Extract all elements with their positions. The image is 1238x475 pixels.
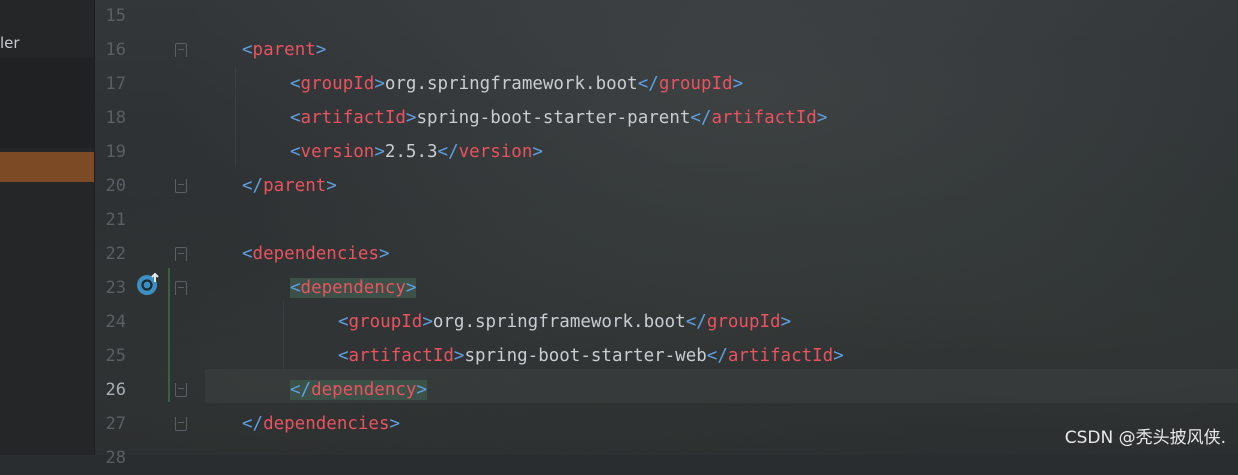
indent-guide [283, 300, 284, 370]
line-number[interactable]: 27 [98, 407, 126, 441]
line-number[interactable]: 15 [98, 0, 126, 33]
xml-bracket: </ [685, 312, 707, 332]
xml-tag-name: dependencies [252, 244, 379, 264]
xml-tag-name: dependencies [263, 414, 390, 434]
xml-tag-name: dependency [311, 380, 417, 400]
fold-open-icon[interactable] [175, 247, 187, 261]
line-number[interactable]: 17 [98, 67, 126, 101]
xml-bracket: > [405, 278, 417, 298]
indent-guide [235, 66, 236, 167]
xml-text: 2.5.3 [384, 142, 438, 162]
line-number[interactable]: 18 [98, 101, 126, 135]
xml-text: spring-boot-starter-parent [416, 108, 691, 128]
code-line[interactable]: <artifactId>spring-boot-starter-web</art… [338, 339, 844, 373]
xml-bracket: < [290, 278, 301, 298]
line-number[interactable]: 20 [98, 169, 126, 203]
xml-bracket: > [416, 380, 427, 400]
line-number[interactable]: 25 [98, 339, 126, 373]
xml-bracket: < [338, 312, 349, 332]
fold-close-icon[interactable] [175, 383, 187, 397]
fold-open-icon[interactable] [175, 43, 187, 57]
code-line[interactable]: <version>2.5.3</version> [290, 135, 543, 169]
project-tree-selected-item[interactable] [0, 152, 94, 182]
xml-bracket: < [290, 142, 301, 162]
xml-bracket: < [242, 244, 253, 264]
project-tree-item-label[interactable]: ler [0, 34, 20, 52]
code-line[interactable]: </parent> [242, 169, 337, 203]
xml-bracket: > [315, 40, 327, 60]
project-tool-window[interactable]: ler [0, 0, 95, 455]
xml-bracket: < [338, 346, 349, 366]
line-number[interactable]: 19 [98, 135, 126, 169]
fold-open-icon[interactable] [175, 281, 187, 295]
xml-bracket: </ [290, 380, 312, 400]
line-number[interactable]: 26 [98, 373, 126, 407]
xml-tag-name: artifactId [300, 108, 406, 128]
xml-bracket: > [378, 244, 390, 264]
xml-bracket: > [374, 74, 385, 94]
xml-bracket: </ [242, 414, 264, 434]
xml-bracket: > [732, 74, 744, 94]
vcs-change-marker[interactable] [168, 268, 170, 402]
xml-bracket: > [532, 142, 543, 162]
line-number[interactable]: 22 [98, 237, 126, 271]
watermark: CSDN @秃头披风侠. [1064, 428, 1226, 448]
xml-tag-name: groupId [658, 74, 733, 94]
maven-override-icon[interactable] [136, 271, 162, 297]
code-line[interactable]: <artifactId>spring-boot-starter-parent</… [290, 101, 827, 135]
xml-tag-name: groupId [300, 74, 375, 94]
xml-bracket: > [389, 414, 401, 434]
xml-bracket: > [422, 312, 433, 332]
xml-bracket: </ [706, 346, 728, 366]
code-line[interactable]: <dependencies> [242, 237, 390, 271]
line-number[interactable]: 23 [98, 271, 126, 305]
xml-tag-name: artifactId [348, 346, 454, 366]
xml-tag-name: groupId [706, 312, 781, 332]
xml-bracket: </ [637, 74, 659, 94]
code-line[interactable]: <parent> [242, 33, 326, 67]
xml-tag-name: artifactId [727, 346, 834, 366]
xml-bracket: < [290, 108, 301, 128]
xml-bracket: </ [690, 108, 712, 128]
line-number[interactable]: 16 [98, 33, 126, 67]
xml-bracket: > [326, 176, 337, 196]
xml-bracket: </ [242, 176, 264, 196]
xml-tag-name: parent [263, 176, 327, 196]
xml-bracket: </ [437, 142, 459, 162]
xml-bracket: > [833, 346, 844, 366]
project-tree-area[interactable] [0, 58, 94, 148]
xml-tag-name: groupId [348, 312, 423, 332]
code-line[interactable]: <groupId>org.springframework.boot</group… [290, 67, 743, 101]
xml-tag-name: artifactId [711, 108, 817, 128]
xml-text: org.springframework.boot [384, 74, 638, 94]
xml-bracket: < [242, 40, 253, 60]
xml-bracket: > [816, 108, 828, 128]
fold-close-icon[interactable] [175, 179, 187, 193]
fold-close-icon[interactable] [175, 417, 187, 431]
code-line[interactable]: <groupId>org.springframework.boot</group… [338, 305, 791, 339]
xml-bracket: > [374, 142, 385, 162]
xml-tag-name: version [458, 142, 533, 162]
xml-tag-name: parent [252, 40, 316, 60]
xml-bracket: > [780, 312, 792, 332]
xml-bracket: > [453, 346, 465, 366]
xml-text: org.springframework.boot [432, 312, 686, 332]
line-number[interactable]: 24 [98, 305, 126, 339]
xml-bracket: > [405, 108, 417, 128]
code-line[interactable]: <dependency> [290, 271, 417, 305]
line-number[interactable]: 21 [98, 203, 126, 237]
xml-tag-name: dependency [300, 278, 406, 298]
xml-tag-name: version [300, 142, 375, 162]
code-line[interactable]: </dependencies> [242, 407, 400, 441]
xml-text: spring-boot-starter-web [464, 346, 707, 366]
xml-bracket: < [290, 74, 301, 94]
line-number[interactable]: 28 [98, 441, 126, 475]
code-line[interactable]: </dependency> [290, 373, 427, 407]
